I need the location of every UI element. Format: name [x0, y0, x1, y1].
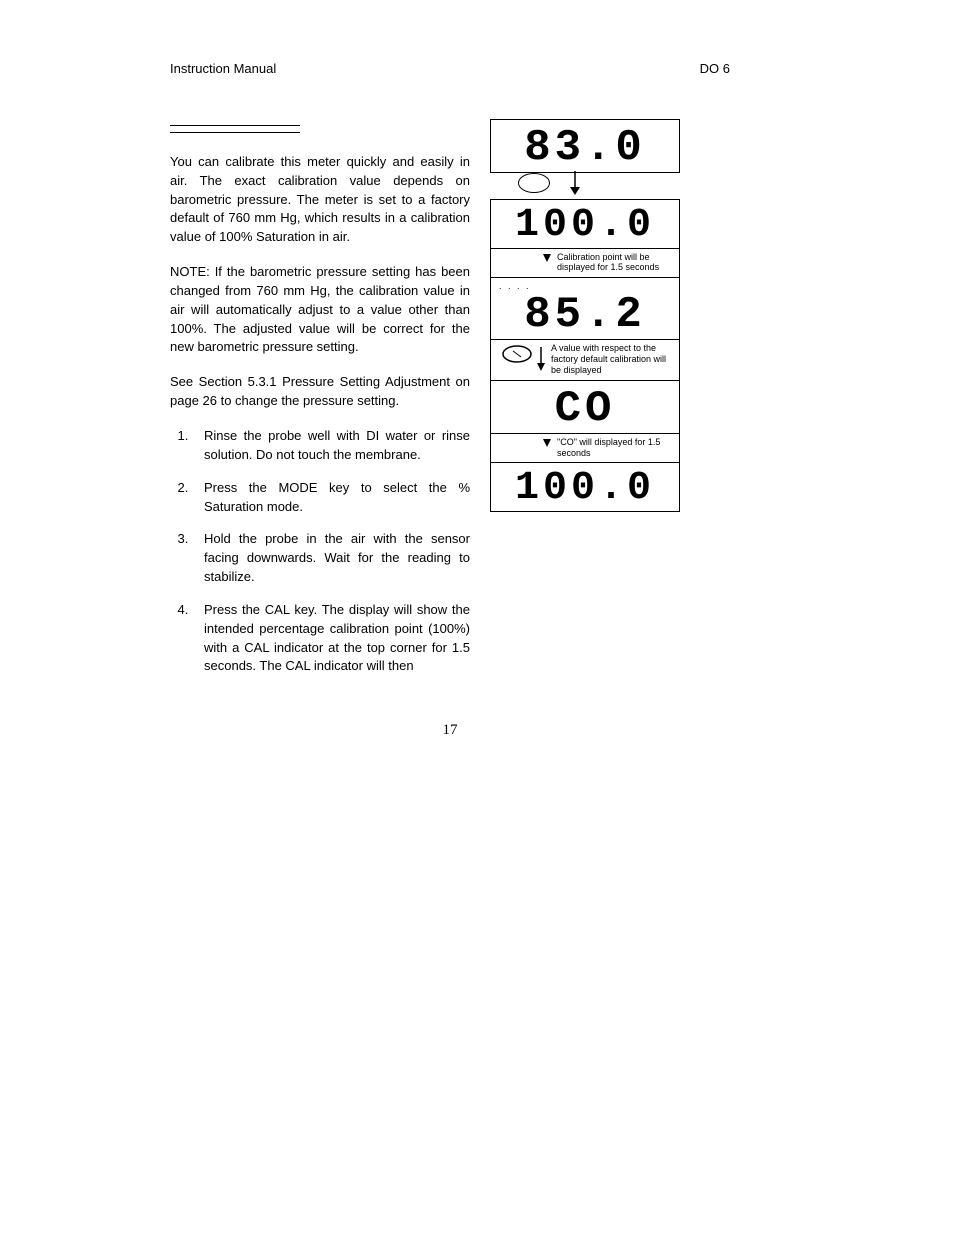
paragraph-ref: See Section 5.3.1 Pressure Setting Adjus… [170, 373, 470, 411]
arrow-down-icon [543, 439, 551, 447]
lcd-value-1: 83.0 [491, 120, 679, 172]
paragraph-intro: You can calibrate this meter quickly and… [170, 153, 470, 247]
step-2: Press the MODE key to select the % Satur… [192, 479, 470, 517]
annotation-3: "CO" will displayed for 1.5 seconds [491, 433, 679, 463]
lcd-panel-4: CO "CO" will displayed for 1.5 seconds [490, 380, 680, 464]
manual-page: Instruction Manual DO 6 You can calibrat… [170, 60, 730, 742]
paragraph-note: NOTE: If the barometric pressure setting… [170, 263, 470, 357]
section-rule-bottom [170, 132, 300, 133]
header-right: DO 6 [700, 60, 730, 79]
lcd-panel-5: 100.0 [490, 462, 680, 512]
annotation-text-3: "CO" will displayed for 1.5 seconds [557, 437, 673, 459]
lcd-value-4: CO [491, 381, 679, 433]
lcd-panel-1: 83.0 [490, 119, 680, 173]
button-icon [518, 173, 550, 193]
annotation-text-1: Calibration point will be displayed for … [557, 252, 673, 274]
procedure-list: Rinse the probe well with DI water or ri… [170, 427, 470, 676]
lcd-value-3: 85.2 [491, 293, 679, 339]
step-1: Rinse the probe well with DI water or ri… [192, 427, 470, 465]
step-3: Hold the probe in the air with the senso… [192, 530, 470, 587]
annotation-text-2: A value with respect to the factory defa… [551, 343, 673, 375]
header: Instruction Manual DO 6 [170, 60, 730, 79]
page-number: 17 [170, 720, 730, 742]
arrow-down-icon [543, 254, 551, 262]
annotation-2: A value with respect to the factory defa… [491, 339, 679, 379]
header-left: Instruction Manual [170, 60, 276, 79]
transition-1 [518, 171, 582, 195]
lcd-panel-2: 100.0 Calibration point will be displaye… [490, 199, 680, 279]
lcd-column: 83.0 100.0 Calibration point will be dis… [490, 119, 690, 512]
annotation-1: Calibration point will be displayed for … [491, 248, 679, 278]
lcd-panel-3: . . . . 85.2 A value with respect to the… [490, 277, 680, 380]
arrow-down-icon [568, 171, 582, 195]
lcd-value-2: 100.0 [491, 200, 679, 248]
button-arrow-icon [501, 345, 545, 371]
text-column: You can calibrate this meter quickly and… [170, 119, 470, 690]
lcd-value-5: 100.0 [491, 463, 679, 511]
step-4: Press the CAL key. The display will show… [192, 601, 470, 676]
section-rule-top [170, 125, 300, 126]
